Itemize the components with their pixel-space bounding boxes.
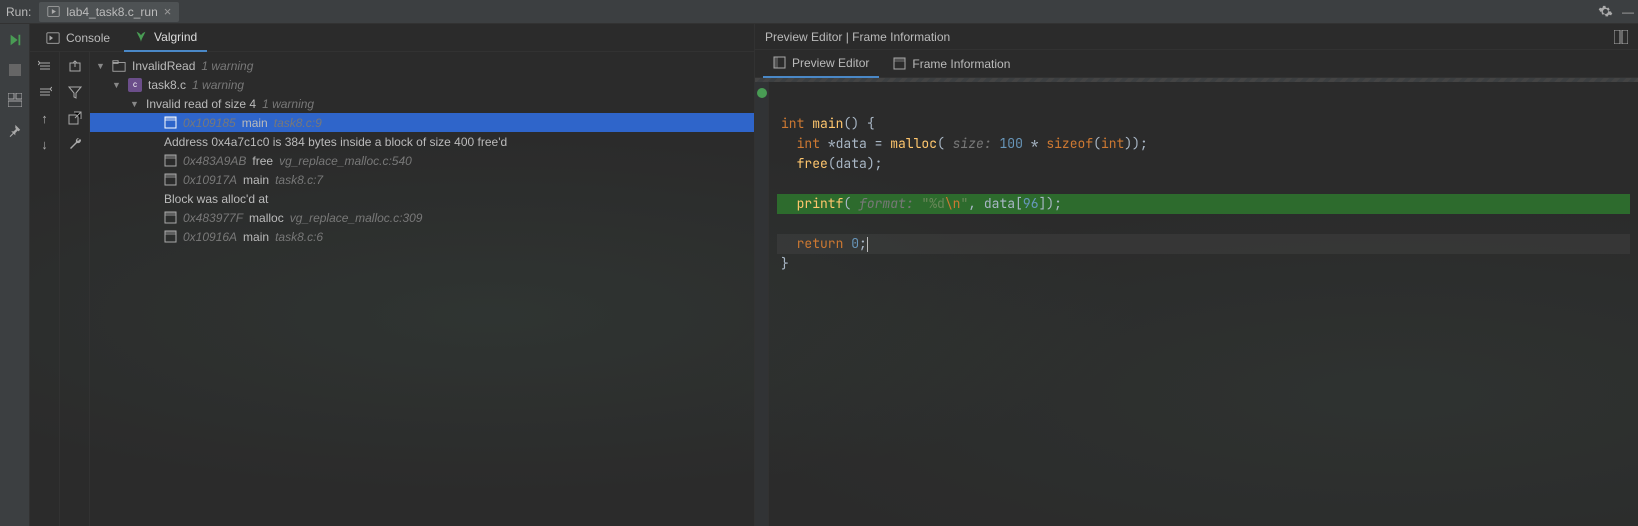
stack-frame[interactable]: 0x10916A main task8.c:6 (90, 227, 754, 246)
tree-message: Address 0x4a7c1c0 is 384 bytes inside a … (90, 132, 754, 151)
frame-icon (164, 154, 177, 167)
code-line (777, 174, 1630, 194)
frame-icon (164, 211, 177, 224)
frame-info-icon (893, 57, 906, 70)
chevron-down-icon: ▼ (112, 80, 122, 90)
chevron-down-icon: ▼ (130, 99, 140, 109)
title-bar: Run: lab4_task8.c_run × — (0, 0, 1638, 24)
valgrind-panel: Console Valgrind ↑ ↓ ▼ (30, 24, 754, 526)
stop-icon[interactable] (7, 62, 23, 78)
chevron-down-icon: ▼ (96, 61, 106, 71)
code-editor[interactable]: int main() { int *data = malloc( size: 1… (769, 82, 1638, 526)
tab-frame-info[interactable]: Frame Information (883, 50, 1020, 78)
frame-icon (164, 116, 177, 129)
code-line: int *data = malloc( size: 100 * sizeof(i… (777, 134, 1630, 154)
code-line: } (777, 254, 1630, 274)
code-line: free(data); (777, 154, 1630, 174)
stack-frame-selected[interactable]: 0x109185 main task8.c:9 (90, 113, 754, 132)
code-line (777, 214, 1630, 234)
text-caret (867, 237, 868, 252)
code-line (777, 94, 1630, 114)
down-icon[interactable]: ↓ (37, 136, 53, 152)
valgrind-icon (134, 30, 148, 44)
execution-marker-icon (757, 88, 767, 98)
tree-toolbar-2 (60, 52, 90, 526)
layout-icon[interactable] (7, 92, 23, 108)
tab-preview-editor[interactable]: Preview Editor (763, 50, 879, 78)
preview-header: Preview Editor | Frame Information (755, 24, 1638, 50)
code-line: int main() { (777, 114, 1630, 134)
stack-frame[interactable]: 0x483977F malloc vg_replace_malloc.c:309 (90, 208, 754, 227)
left-action-gutter (0, 24, 30, 526)
tool-tabs: Console Valgrind (30, 24, 754, 52)
tree-message: Block was alloc'd at (90, 189, 754, 208)
stack-frame[interactable]: 0x10917A main task8.c:7 (90, 170, 754, 189)
popout-icon[interactable] (67, 110, 83, 126)
stack-frame[interactable]: 0x483A9AB free vg_replace_malloc.c:540 (90, 151, 754, 170)
code-line-highlighted: printf( format: "%d\n", data[96]); (777, 194, 1630, 214)
wrench-icon[interactable] (67, 136, 83, 152)
export-icon[interactable] (67, 58, 83, 74)
run-label: Run: (6, 5, 31, 19)
c-file-icon: c (128, 78, 142, 92)
preview-panel: Preview Editor | Frame Information Previ… (754, 24, 1638, 526)
run-config-icon (47, 5, 60, 18)
up-icon[interactable]: ↑ (37, 110, 53, 126)
tab-console[interactable]: Console (36, 24, 120, 52)
tree-toolbar-1: ↑ ↓ (30, 52, 60, 526)
group-icon (112, 59, 126, 73)
code-gutter (755, 82, 769, 526)
gear-icon[interactable] (1598, 4, 1618, 19)
collapse-icon[interactable] (37, 58, 53, 74)
rerun-icon[interactable] (7, 32, 23, 48)
close-icon[interactable]: × (164, 4, 172, 19)
expand-icon[interactable] (37, 84, 53, 100)
editor-icon (773, 56, 786, 69)
tree-issue[interactable]: ▼ Invalid read of size 4 1 warning (90, 94, 754, 113)
run-config-tab[interactable]: lab4_task8.c_run × (39, 2, 179, 22)
tab-valgrind[interactable]: Valgrind (124, 24, 207, 52)
console-icon (46, 31, 60, 45)
code-line-caret: return 0; (777, 234, 1630, 254)
tree-root[interactable]: ▼ InvalidRead 1 warning (90, 56, 754, 75)
issue-tree: ▼ InvalidRead 1 warning ▼ c task8.c 1 wa… (90, 52, 754, 526)
frame-icon (164, 230, 177, 243)
frame-icon (164, 173, 177, 186)
hide-icon[interactable]: — (1618, 5, 1638, 19)
filter-icon[interactable] (67, 84, 83, 100)
layout-toggle-icon[interactable] (1614, 30, 1628, 44)
tree-file[interactable]: ▼ c task8.c 1 warning (90, 75, 754, 94)
preview-tabs: Preview Editor Frame Information (755, 50, 1638, 78)
preview-title: Preview Editor | Frame Information (765, 30, 950, 44)
run-config-name: lab4_task8.c_run (66, 5, 157, 19)
pin-icon[interactable] (7, 122, 23, 138)
